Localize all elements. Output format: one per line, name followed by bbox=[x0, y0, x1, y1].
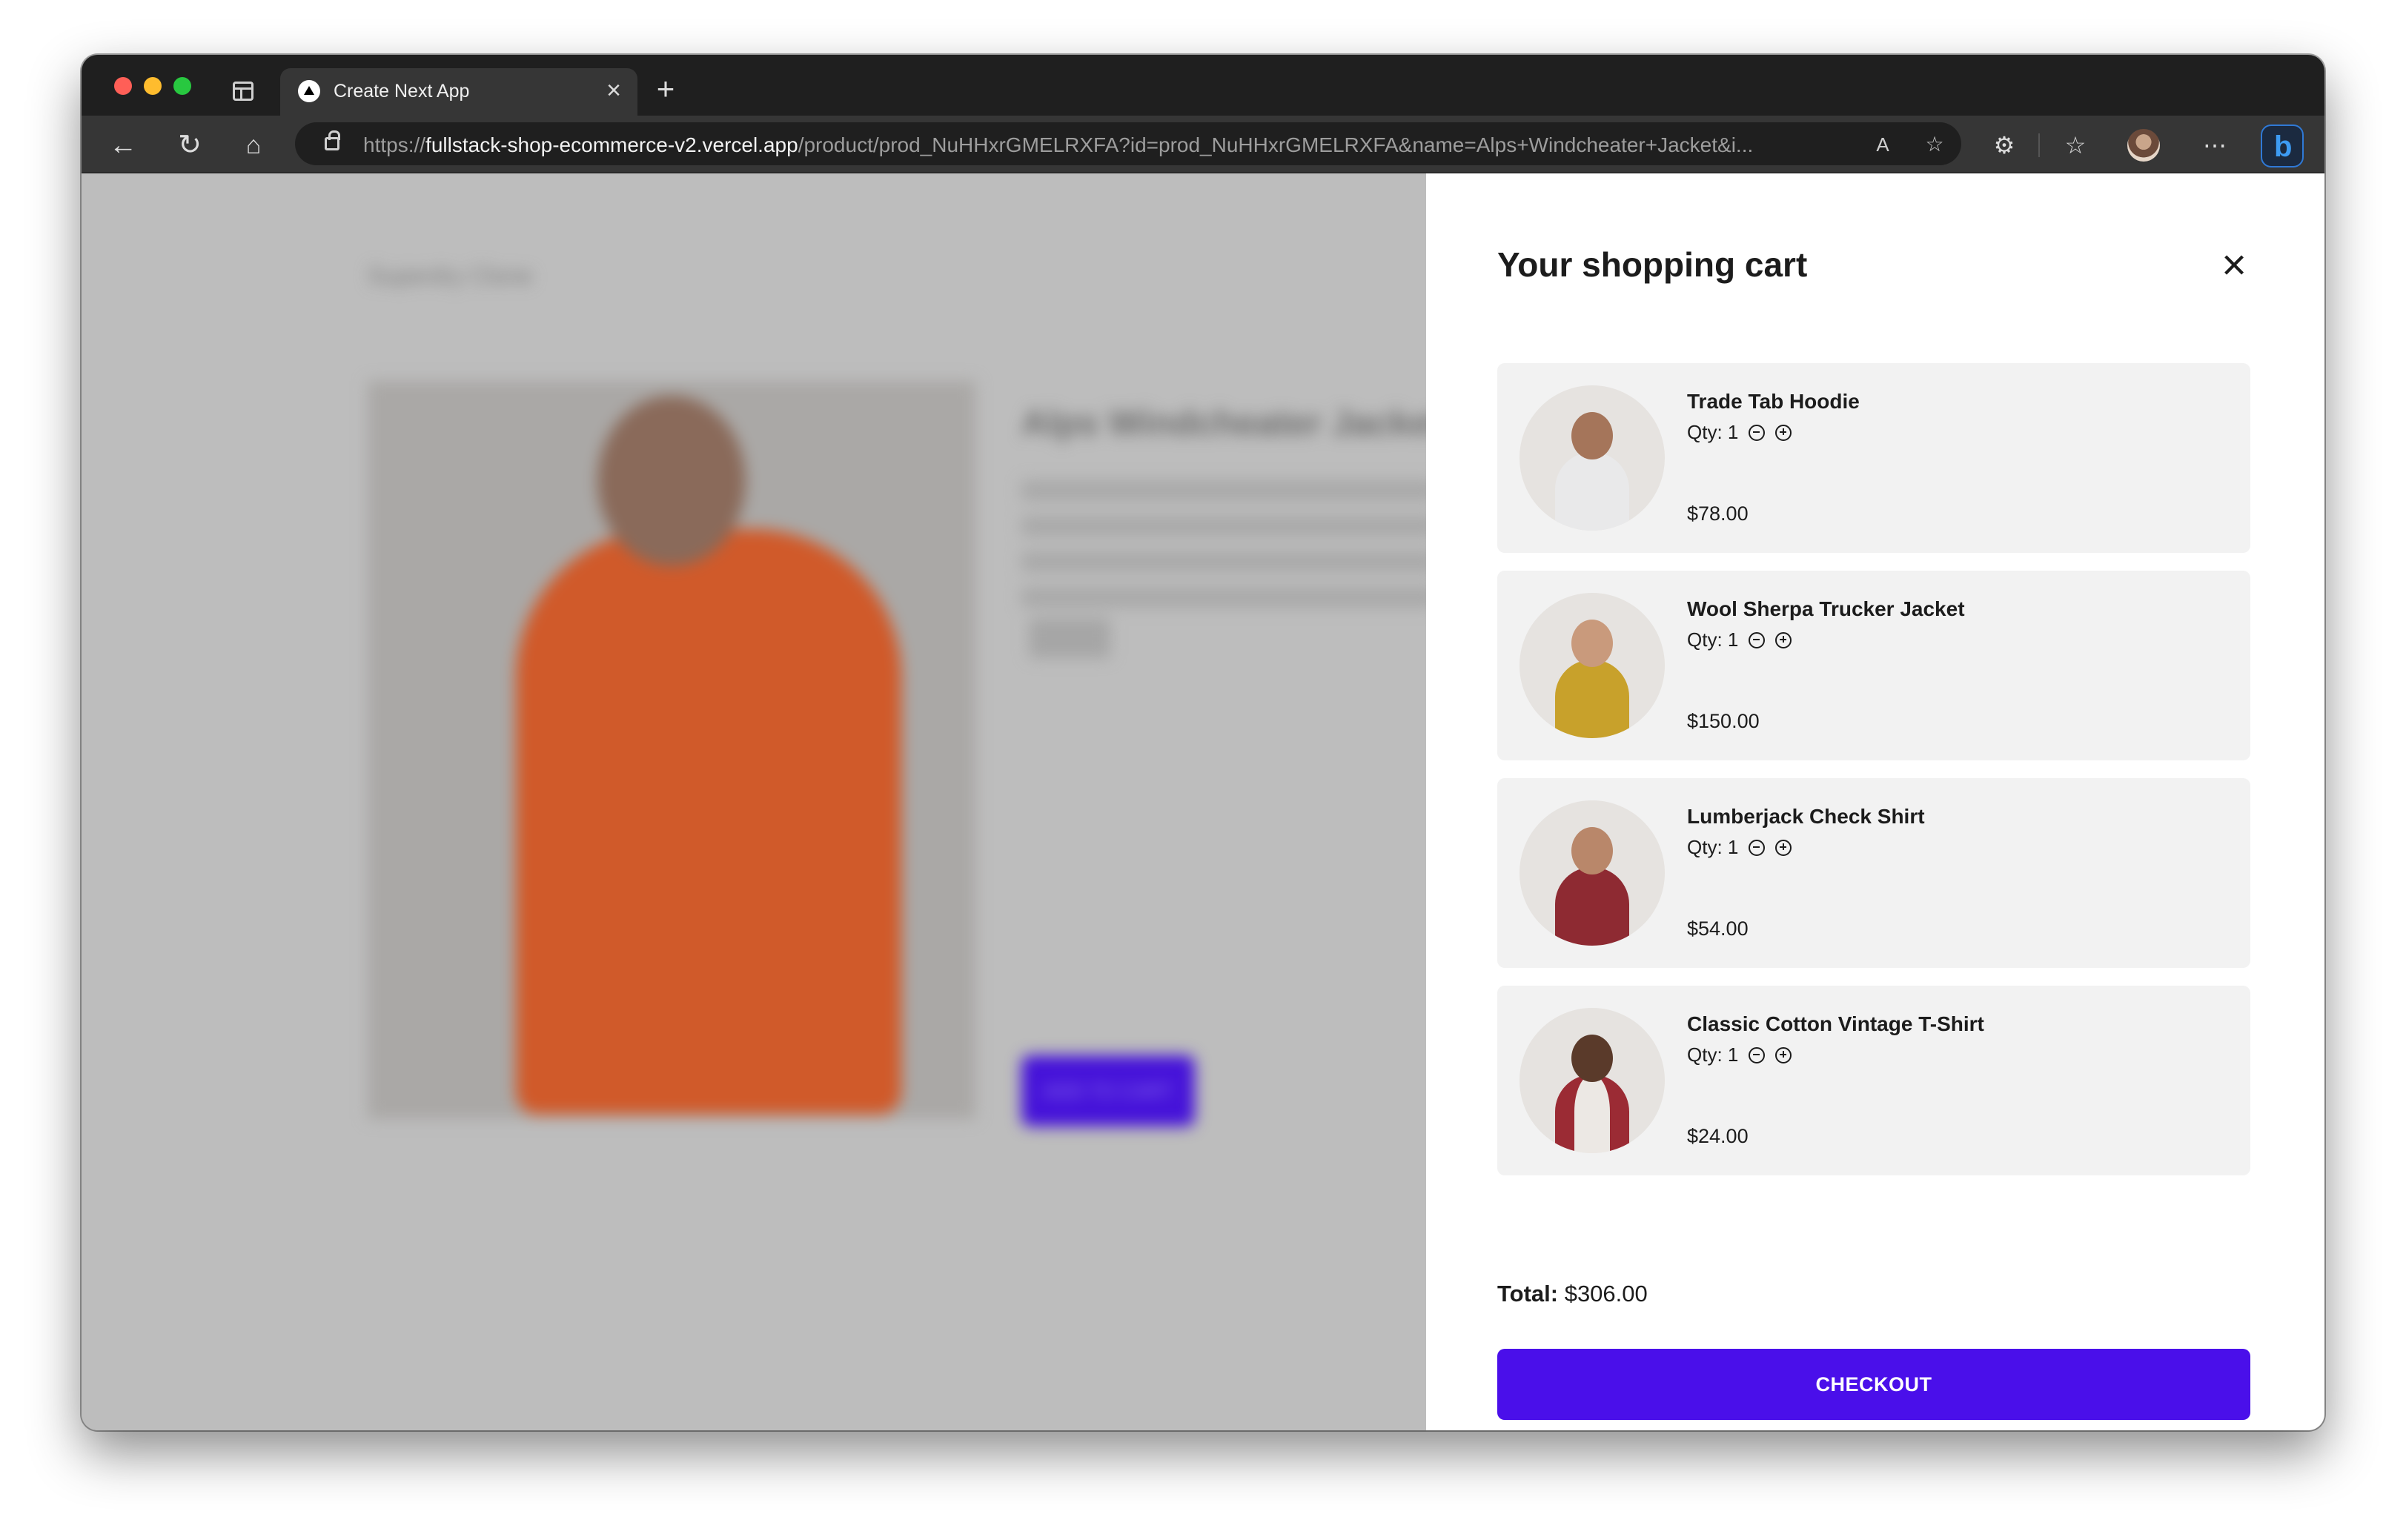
lock-icon[interactable] bbox=[325, 130, 340, 150]
home-icon[interactable]: ⌂ bbox=[237, 129, 270, 162]
favorites-icon[interactable]: ☆ bbox=[2059, 129, 2092, 162]
close-tab-icon[interactable]: × bbox=[600, 77, 627, 104]
add-favorite-icon[interactable]: ☆ bbox=[1921, 131, 1948, 158]
quantity-row: Qty: 1 bbox=[1687, 1043, 1792, 1066]
reload-icon[interactable]: ↻ bbox=[173, 129, 206, 162]
page-content: Superdry Clone Alps Windcheater Jacket A… bbox=[82, 173, 2324, 1430]
close-window-button[interactable] bbox=[114, 77, 132, 95]
brand-logo: Superdry Clone bbox=[368, 262, 533, 289]
read-aloud-icon[interactable]: A bbox=[1869, 131, 1896, 158]
browser-window: Create Next App × + ← ↻ ⌂ https://fullst… bbox=[82, 55, 2324, 1430]
quantity-row: Qty: 1 bbox=[1687, 836, 1792, 859]
url-text[interactable]: https://fullstack-shop-ecommerce-v2.verc… bbox=[363, 133, 1846, 157]
title-bar: Create Next App × + bbox=[82, 55, 2324, 116]
item-thumbnail bbox=[1520, 385, 1665, 531]
item-thumbnail bbox=[1520, 1008, 1665, 1153]
plus-circle-icon[interactable] bbox=[1775, 424, 1792, 441]
back-icon[interactable]: ← bbox=[107, 129, 139, 162]
add-to-cart-button[interactable]: ADD TO CART bbox=[1021, 1055, 1195, 1126]
total-label: Total: bbox=[1497, 1281, 1559, 1307]
item-price: $54.00 bbox=[1687, 917, 1749, 940]
quantity-label: Qty: 1 bbox=[1687, 836, 1739, 858]
minimize-window-button[interactable] bbox=[144, 77, 162, 95]
description-line bbox=[1021, 480, 1436, 501]
address-bar[interactable]: https://fullstack-shop-ecommerce-v2.verc… bbox=[295, 122, 1961, 165]
plus-circle-icon[interactable] bbox=[1775, 1046, 1792, 1063]
tab-title: Create Next App bbox=[334, 81, 470, 102]
minus-circle-icon[interactable] bbox=[1749, 839, 1766, 856]
plus-circle-icon[interactable] bbox=[1775, 631, 1792, 648]
description-line bbox=[1021, 551, 1436, 572]
price-chip bbox=[1029, 618, 1110, 658]
minus-circle-icon[interactable] bbox=[1749, 424, 1766, 441]
checkout-button[interactable]: CHECKOUT bbox=[1497, 1349, 2250, 1420]
product-image bbox=[368, 381, 975, 1119]
item-thumbnail bbox=[1520, 800, 1665, 946]
total-value: $306.00 bbox=[1564, 1281, 1648, 1307]
minus-circle-icon[interactable] bbox=[1749, 631, 1766, 648]
item-name: Lumberjack Check Shirt bbox=[1687, 805, 1925, 828]
product-title: Alps Windcheater Jacket bbox=[1021, 404, 1442, 443]
quantity-label: Qty: 1 bbox=[1687, 421, 1739, 443]
cart-item: Classic Cotton Vintage T-Shirt Qty: 1 $2… bbox=[1497, 986, 2250, 1175]
profile-avatar[interactable] bbox=[2127, 129, 2160, 162]
browser-toolbar: ← ↻ ⌂ https://fullstack-shop-ecommerce-v… bbox=[82, 116, 2324, 173]
quantity-label: Qty: 1 bbox=[1687, 1043, 1739, 1066]
minus-circle-icon[interactable] bbox=[1749, 1046, 1766, 1063]
close-icon[interactable]: × bbox=[2212, 243, 2256, 288]
quantity-row: Qty: 1 bbox=[1687, 628, 1792, 651]
cart-title: Your shopping cart bbox=[1497, 245, 1808, 284]
maximize-window-button[interactable] bbox=[173, 77, 191, 95]
item-thumbnail bbox=[1520, 593, 1665, 738]
quantity-row: Qty: 1 bbox=[1687, 421, 1792, 444]
cart-item: Wool Sherpa Trucker Jacket Qty: 1 $150.0… bbox=[1497, 571, 2250, 760]
browser-tab[interactable]: Create Next App × bbox=[280, 68, 637, 116]
description-line bbox=[1021, 516, 1436, 537]
tab-sidebar-icon[interactable] bbox=[233, 82, 253, 101]
nextjs-favicon-icon bbox=[298, 80, 320, 102]
quantity-label: Qty: 1 bbox=[1687, 628, 1739, 651]
item-price: $150.00 bbox=[1687, 710, 1760, 732]
plus-circle-icon[interactable] bbox=[1775, 839, 1792, 856]
cart-item: Lumberjack Check Shirt Qty: 1 $54.00 bbox=[1497, 778, 2250, 968]
item-price: $24.00 bbox=[1687, 1125, 1749, 1147]
product-page-backdrop[interactable]: Superdry Clone Alps Windcheater Jacket A… bbox=[82, 173, 1442, 1430]
item-price: $78.00 bbox=[1687, 502, 1749, 525]
extensions-icon[interactable]: ⚙ bbox=[1988, 129, 2021, 162]
description-line bbox=[1021, 587, 1436, 608]
item-name: Wool Sherpa Trucker Jacket bbox=[1687, 597, 1965, 620]
toolbar-divider bbox=[2038, 133, 2040, 157]
new-tab-icon[interactable]: + bbox=[651, 73, 680, 104]
cart-total: Total: $306.00 bbox=[1497, 1281, 1648, 1307]
bing-icon[interactable]: b bbox=[2261, 125, 2304, 167]
more-icon[interactable]: ⋯ bbox=[2198, 129, 2231, 162]
item-name: Trade Tab Hoodie bbox=[1687, 390, 1860, 413]
cart-item: Trade Tab Hoodie Qty: 1 $78.00 bbox=[1497, 363, 2250, 553]
item-name: Classic Cotton Vintage T-Shirt bbox=[1687, 1012, 1984, 1035]
cart-drawer: Your shopping cart × Trade Tab Hoodie Qt… bbox=[1426, 173, 2324, 1430]
